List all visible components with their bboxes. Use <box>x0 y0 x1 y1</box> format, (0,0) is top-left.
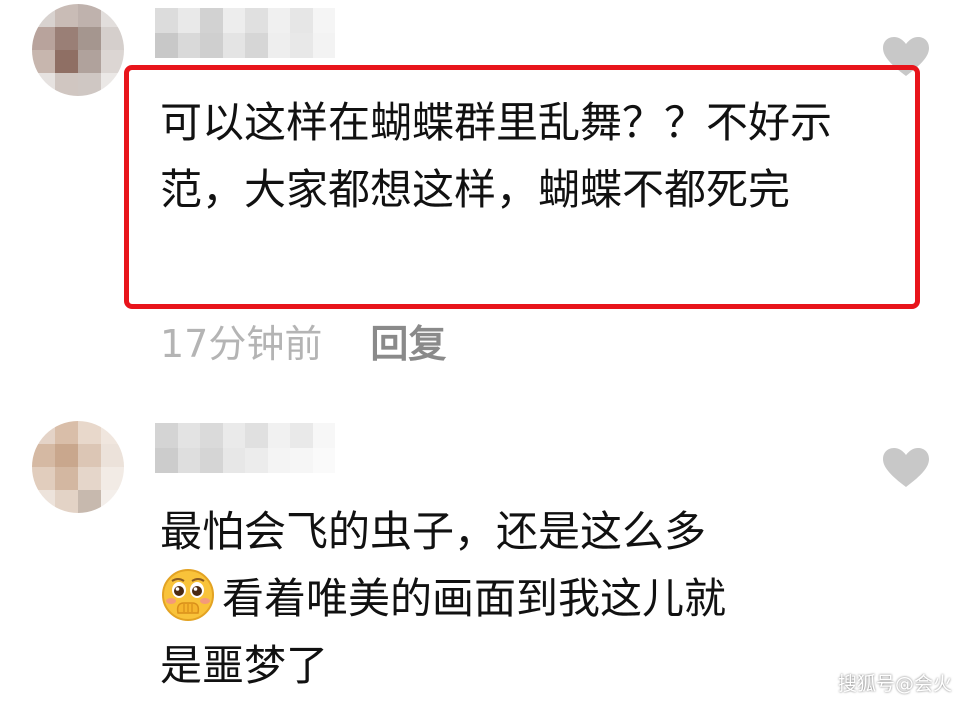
username-blurred[interactable] <box>155 8 335 58</box>
comment-text-line-1: 最怕会飞的虫子，还是这么多 <box>160 507 707 556</box>
comment-text: 最怕会飞的虫子，还是这么多 看着唯美的画面到我这儿就 是噩梦了 <box>160 498 860 699</box>
avatar[interactable] <box>32 4 124 96</box>
pleading-face-hands-over-mouth-icon <box>162 569 214 621</box>
comment-text-line-2: 看着唯美的画面到我这儿就 <box>222 574 727 623</box>
username-blurred[interactable] <box>155 423 335 473</box>
watermark: 搜狐号@会火 <box>837 673 952 695</box>
comment-time: 17分钟前 <box>160 321 323 366</box>
heart-icon[interactable] <box>882 447 930 489</box>
comment-text: 可以这样在蝴蝶群里乱舞？？不好示范，大家都想这样，蝴蝶不都死完 <box>160 98 833 214</box>
comment-text-line-3: 是噩梦了 <box>160 641 329 690</box>
comment-item: 可以这样在蝴蝶群里乱舞？？不好示范，大家都想这样，蝴蝶不都死完 17分钟前 回复 <box>0 0 970 380</box>
avatar[interactable] <box>32 421 124 513</box>
reply-button[interactable]: 回复 <box>370 313 446 368</box>
comment-meta: 17分钟前 回复 <box>160 312 446 368</box>
comment-item: 最怕会飞的虫子，还是这么多 看着唯美的画面到我这儿就 是噩梦了 <box>0 405 970 706</box>
